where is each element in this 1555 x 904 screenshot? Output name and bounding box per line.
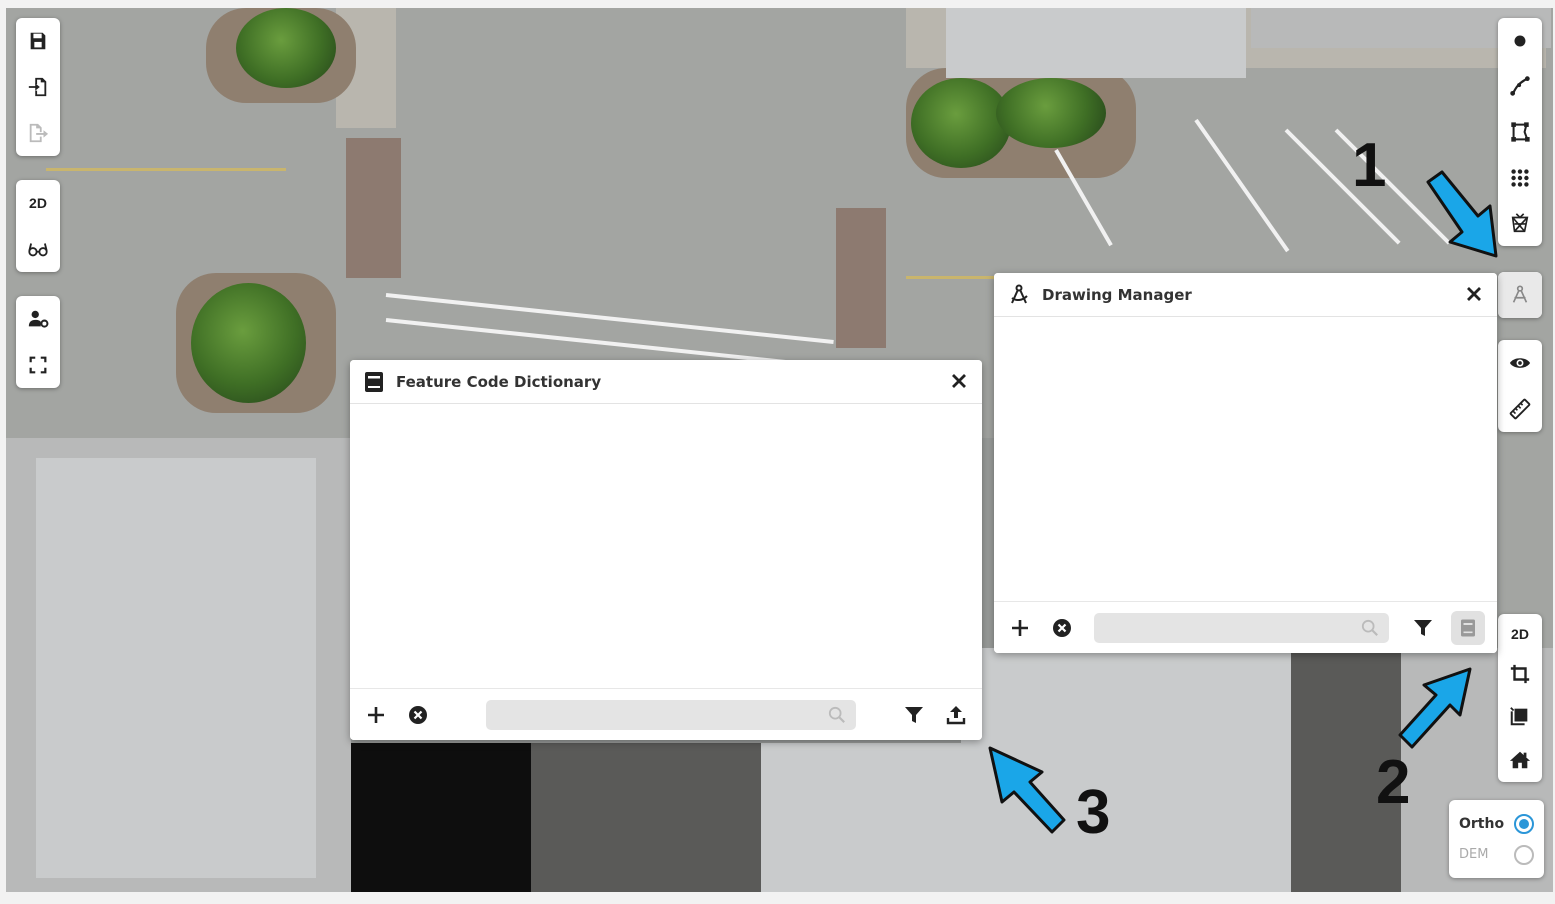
search-icon bbox=[1361, 619, 1378, 636]
left-view-toolbar: 2D bbox=[16, 180, 60, 272]
filter-icon bbox=[1414, 619, 1432, 636]
fullscreen-icon bbox=[29, 356, 47, 374]
file-export-icon bbox=[29, 123, 49, 143]
filter-icon bbox=[905, 706, 923, 723]
close-icon bbox=[952, 373, 966, 388]
feature-code-dictionary-button[interactable] bbox=[1451, 610, 1485, 645]
annotation-number-3: 3 bbox=[1076, 778, 1111, 847]
user-settings-icon bbox=[28, 310, 49, 328]
add-button[interactable] bbox=[362, 701, 390, 729]
feature-code-dictionary-panel: Feature Code Dictionary bbox=[350, 360, 982, 740]
crop-button[interactable] bbox=[1498, 654, 1542, 694]
close-button[interactable] bbox=[1463, 283, 1485, 307]
left-user-toolbar bbox=[16, 296, 60, 388]
grid-icon bbox=[1511, 168, 1529, 187]
panel-title: Feature Code Dictionary bbox=[396, 372, 602, 391]
drawing-manager-panel: Drawing Manager bbox=[994, 273, 1497, 653]
panel-footer bbox=[350, 688, 982, 740]
left-file-toolbar bbox=[16, 18, 60, 156]
compass-drafting-icon bbox=[1512, 285, 1528, 303]
drawing-manager-button[interactable] bbox=[1498, 272, 1542, 318]
feature-code-list bbox=[350, 404, 982, 688]
draw-polygon-button[interactable] bbox=[1498, 109, 1542, 155]
point-icon bbox=[1514, 35, 1526, 47]
right-draw-toolbar bbox=[1498, 18, 1542, 246]
save-icon bbox=[30, 32, 46, 50]
plus-icon bbox=[368, 706, 384, 723]
delete-button[interactable] bbox=[404, 701, 432, 729]
panel-header: Feature Code Dictionary bbox=[350, 360, 982, 404]
panel-title: Drawing Manager bbox=[1042, 285, 1192, 304]
ortho-option[interactable]: Ortho bbox=[1459, 808, 1534, 839]
polygon-icon bbox=[1511, 122, 1530, 142]
draw-grid-button[interactable] bbox=[1498, 155, 1542, 201]
annotation-arrow-1 bbox=[1426, 170, 1498, 258]
close-icon bbox=[1467, 286, 1481, 301]
panel-header: Drawing Manager bbox=[994, 273, 1497, 317]
delete-button[interactable] bbox=[1048, 614, 1076, 642]
add-button[interactable] bbox=[1006, 614, 1034, 642]
search-input[interactable] bbox=[486, 699, 856, 730]
drawing-list bbox=[994, 317, 1497, 601]
ruler-icon bbox=[1509, 398, 1531, 420]
dem-option[interactable]: DEM bbox=[1459, 839, 1534, 870]
search-input[interactable] bbox=[1094, 612, 1389, 643]
upload-icon bbox=[946, 705, 966, 724]
draw-mesh-button[interactable] bbox=[1498, 200, 1542, 246]
dem-label: DEM bbox=[1459, 847, 1489, 862]
search-wrap bbox=[1094, 612, 1389, 643]
visibility-button[interactable] bbox=[1498, 340, 1542, 386]
circle-x-icon bbox=[1053, 618, 1071, 637]
search-wrap bbox=[486, 699, 856, 730]
2d-map-toggle-button[interactable]: 2D bbox=[1498, 614, 1542, 654]
close-button[interactable] bbox=[948, 370, 970, 394]
filter-button[interactable] bbox=[900, 701, 928, 729]
bottom-status-bar bbox=[0, 892, 1555, 904]
draw-point-button[interactable] bbox=[1498, 18, 1542, 64]
annotation-number-1: 1 bbox=[1352, 131, 1387, 200]
2d-toggle-button[interactable]: 2D bbox=[16, 180, 60, 226]
file-import-icon bbox=[28, 77, 47, 97]
right-view-toolbar bbox=[1498, 340, 1542, 432]
eye-icon bbox=[1509, 358, 1531, 368]
plus-icon bbox=[1012, 619, 1028, 636]
layers-button[interactable] bbox=[1498, 694, 1542, 738]
compass-drafting-icon bbox=[1011, 284, 1028, 303]
import-button[interactable] bbox=[16, 64, 60, 110]
ortho-label: Ortho bbox=[1459, 815, 1505, 832]
fullscreen-button[interactable] bbox=[16, 342, 60, 388]
annotation-arrow-3 bbox=[988, 746, 1066, 834]
upload-button[interactable] bbox=[942, 701, 970, 729]
draw-line-button[interactable] bbox=[1498, 64, 1542, 110]
right-map-toolbar: 2D bbox=[1498, 614, 1542, 782]
annotation-arrow-2 bbox=[1398, 667, 1472, 749]
glasses-icon bbox=[28, 243, 48, 257]
crop-icon bbox=[1510, 664, 1530, 684]
panel-footer bbox=[994, 601, 1497, 653]
mesh-icon bbox=[1511, 213, 1529, 233]
export-button[interactable] bbox=[16, 110, 60, 156]
user-settings-button[interactable] bbox=[16, 296, 60, 342]
home-button[interactable] bbox=[1498, 738, 1542, 782]
dem-radio[interactable] bbox=[1514, 844, 1534, 865]
save-button[interactable] bbox=[16, 18, 60, 64]
book-icon bbox=[365, 371, 383, 392]
basemap-layer-switch: Ortho DEM bbox=[1449, 800, 1544, 878]
book-icon bbox=[1461, 619, 1475, 636]
ortho-radio[interactable] bbox=[1514, 813, 1534, 834]
3d-glasses-button[interactable] bbox=[16, 226, 60, 272]
filter-button[interactable] bbox=[1409, 614, 1437, 642]
annotation-number-2: 2 bbox=[1376, 748, 1411, 817]
circle-x-icon bbox=[409, 705, 427, 724]
right-drawing-manager-toolbar bbox=[1498, 272, 1542, 318]
line-icon bbox=[1510, 76, 1530, 97]
measure-button[interactable] bbox=[1498, 386, 1542, 432]
layers-icon bbox=[1510, 707, 1528, 726]
search-icon bbox=[828, 706, 845, 723]
home-icon bbox=[1509, 751, 1531, 769]
